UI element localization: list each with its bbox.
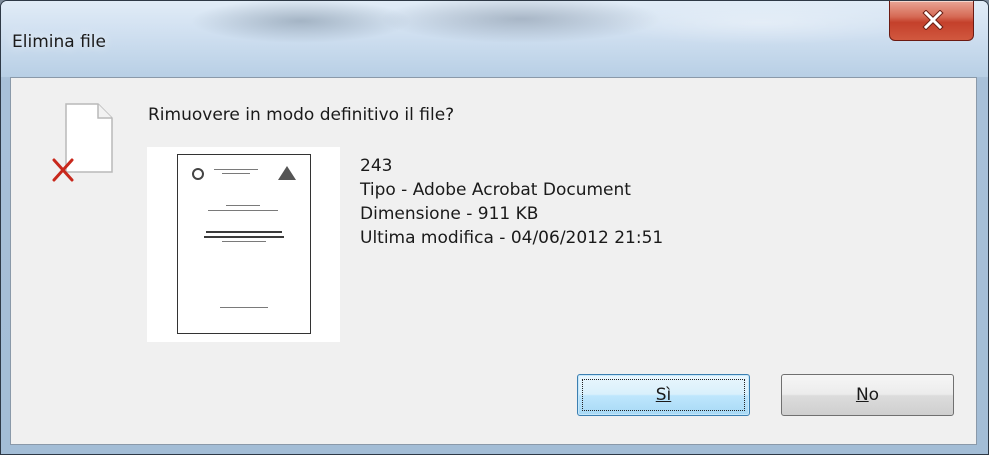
focus-rectangle: [582, 379, 745, 411]
file-type: Tipo - Adobe Acrobat Document: [360, 180, 631, 200]
close-button[interactable]: [889, 1, 974, 41]
title-bar[interactable]: Elimina file: [1, 1, 988, 77]
file-details: 243 Tipo - Adobe Acrobat Document Dimens…: [360, 154, 663, 250]
file-thumbnail: [147, 147, 340, 342]
logo-icon: [278, 166, 296, 180]
title-bar-background: [1, 1, 988, 77]
no-button-label: No: [855, 385, 880, 405]
file-modified: Ultima modifica - 04/06/2012 21:51: [360, 228, 664, 248]
close-icon: [922, 10, 944, 30]
document-delete-icon: [52, 103, 113, 182]
file-name: 243: [360, 156, 393, 176]
emblem-icon: [192, 168, 204, 180]
no-button[interactable]: No: [781, 374, 954, 416]
file-size: Dimensione - 911 KB: [360, 204, 539, 224]
yes-button[interactable]: Sì: [577, 374, 750, 416]
dialog-content: Rimuovere in modo definitivo il file? 24…: [10, 77, 977, 445]
window-title: Elimina file: [12, 32, 106, 52]
pdf-page-preview: [177, 154, 311, 334]
confirmation-question: Rimuovere in modo definitivo il file?: [148, 105, 455, 125]
dialog-window: Elimina file Rimuovere in modo definitiv…: [0, 0, 989, 455]
